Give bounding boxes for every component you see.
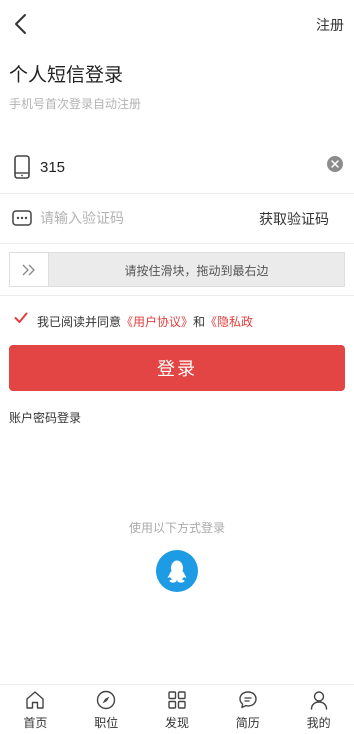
tab-home[interactable]: 首页 bbox=[0, 685, 71, 734]
back-icon[interactable] bbox=[12, 13, 32, 35]
agreement-prefix: 我已阅读并同意 bbox=[37, 315, 122, 329]
tab-mine[interactable]: 我的 bbox=[283, 685, 354, 734]
clear-icon[interactable] bbox=[327, 156, 343, 172]
get-code-button[interactable]: 获取验证码 bbox=[259, 209, 329, 229]
agreement-checkbox[interactable] bbox=[14, 311, 28, 325]
qq-login-button[interactable] bbox=[156, 550, 198, 592]
top-bar: 注册 bbox=[0, 0, 354, 48]
tab-label: 我的 bbox=[306, 716, 331, 730]
agreement-and: 和 bbox=[193, 315, 206, 329]
privacy-link[interactable]: 《隐私政 bbox=[205, 315, 253, 329]
tab-discover[interactable]: 发现 bbox=[142, 685, 213, 734]
slider-handle[interactable] bbox=[10, 253, 49, 286]
login-button[interactable]: 登录 bbox=[9, 345, 345, 391]
check-icon bbox=[14, 312, 28, 323]
tab-label: 职位 bbox=[94, 716, 119, 730]
grid-icon bbox=[168, 691, 186, 709]
register-link[interactable]: 注册 bbox=[316, 15, 344, 35]
tab-jobs[interactable]: 职位 bbox=[71, 685, 142, 734]
tab-label: 简历 bbox=[235, 716, 260, 730]
message-icon bbox=[12, 210, 32, 226]
page-title: 个人短信登录 bbox=[9, 65, 124, 86]
tab-label: 发现 bbox=[164, 716, 189, 730]
slider-captcha: 请按住滑块，拖动到最右边 bbox=[9, 252, 345, 287]
user-icon bbox=[310, 691, 327, 710]
other-methods-label: 使用以下方式登录 bbox=[128, 521, 225, 535]
divider bbox=[0, 295, 354, 296]
code-input[interactable] bbox=[40, 207, 220, 229]
tab-resume[interactable]: 简历 bbox=[212, 685, 283, 734]
compass-icon bbox=[96, 690, 116, 710]
bottom-tab-bar: 首页 职位 发现 简历 我的 bbox=[0, 684, 354, 734]
page-subtitle: 手机号首次登录自动注册 bbox=[9, 97, 142, 111]
code-row: 获取验证码 bbox=[0, 194, 354, 244]
qq-icon bbox=[167, 560, 187, 583]
phone-icon bbox=[13, 155, 31, 179]
phone-row bbox=[0, 140, 354, 194]
chat-icon bbox=[239, 691, 257, 709]
tab-label: 首页 bbox=[23, 716, 48, 730]
password-login-link[interactable]: 账户密码登录 bbox=[9, 409, 81, 426]
agreement-text: 我已阅读并同意《用户协议》和《隐私政 bbox=[37, 313, 253, 330]
user-agreement-link[interactable]: 《用户协议》 bbox=[121, 315, 193, 329]
slider-hint: 请按住滑块，拖动到最右边 bbox=[124, 264, 269, 278]
home-icon bbox=[26, 691, 45, 709]
phone-input[interactable] bbox=[40, 156, 310, 178]
double-chevron-right-icon bbox=[22, 264, 35, 276]
